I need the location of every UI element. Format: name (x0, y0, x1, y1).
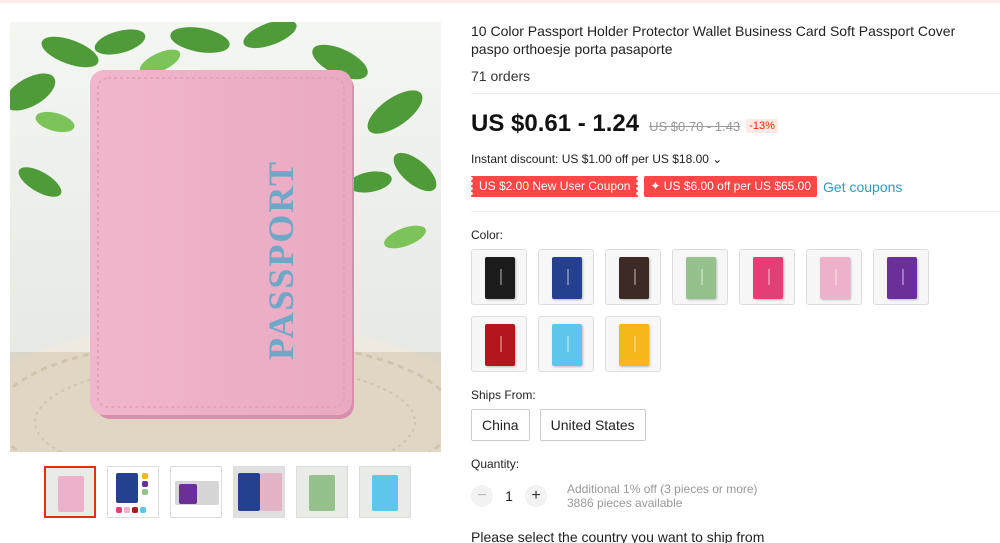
color-swatches (471, 249, 941, 372)
shipping-message: Please select the country you want to sh… (471, 529, 765, 543)
swatch-image (619, 257, 649, 299)
swatch-image (887, 257, 917, 299)
price-row: US $0.61 - 1.24 US $0.70 - 1.43 -13% (471, 110, 778, 138)
swatch-image (820, 257, 850, 299)
main-product-image[interactable]: PASSPORT (10, 22, 441, 452)
quantity-label: Quantity: (471, 457, 520, 471)
color-swatch-sky-blue[interactable] (538, 316, 594, 372)
coupon-row: US $2.00 New User Coupon ✦ US $6.00 off … (471, 176, 902, 197)
current-price: US $0.61 - 1.24 (471, 110, 640, 137)
quantity-minus-button[interactable]: − (471, 485, 493, 507)
thumbnail-multi-color[interactable] (107, 466, 159, 518)
color-swatch-red[interactable] (471, 316, 527, 372)
discount-badge: -13% (746, 119, 778, 133)
color-swatch-purple[interactable] (873, 249, 929, 305)
swatch-image (485, 324, 515, 366)
swatch-image (552, 257, 582, 299)
swatch-image (485, 257, 515, 299)
color-swatch-black[interactable] (471, 249, 527, 305)
bulk-discount-note: Additional 1% off (3 pieces or more) (567, 482, 758, 496)
ship-option-china[interactable]: China (471, 409, 530, 441)
thumbnail-sky-blue[interactable] (359, 466, 411, 518)
color-swatch-yellow[interactable] (605, 316, 661, 372)
top-accent-line (0, 0, 1000, 3)
quantity-stepper: − 1 + Additional 1% off (3 pieces or mor… (471, 482, 758, 510)
new-user-coupon[interactable]: US $2.00 New User Coupon (471, 176, 639, 197)
thumbnail-green[interactable] (296, 466, 348, 518)
get-coupons-link[interactable]: Get coupons (823, 179, 902, 195)
instant-discount[interactable]: Instant discount: US $1.00 off per US $1… (471, 152, 722, 166)
color-swatch-navy[interactable] (538, 249, 594, 305)
swatch-image (552, 324, 582, 366)
color-swatch-rose[interactable] (739, 249, 795, 305)
ship-option-united-states[interactable]: United States (539, 409, 646, 441)
thumbnail-pink[interactable] (44, 466, 96, 518)
swatch-image (686, 257, 716, 299)
ships-from-options: China United States (471, 409, 646, 441)
store-coupon[interactable]: ✦ US $6.00 off per US $65.00 (644, 176, 818, 197)
image-passport-text: PASSPORT (261, 160, 301, 360)
stock-available: 3886 pieces available (567, 496, 683, 510)
thumbnail-navy[interactable] (233, 466, 285, 518)
divider (471, 211, 1000, 212)
quantity-value[interactable]: 1 (493, 488, 525, 504)
quantity-note: Additional 1% off (3 pieces or more) 388… (567, 482, 758, 510)
color-swatch-green[interactable] (672, 249, 728, 305)
swatch-image (619, 324, 649, 366)
original-price: US $0.70 - 1.43 (649, 119, 741, 134)
divider (471, 93, 1000, 94)
thumbnail-purple[interactable] (170, 466, 222, 518)
order-count: 71 orders (471, 68, 531, 84)
quantity-plus-button[interactable]: + (525, 485, 547, 507)
color-swatch-pink[interactable] (806, 249, 862, 305)
product-title: 10 Color Passport Holder Protector Walle… (471, 23, 956, 57)
color-label: Color: (471, 228, 504, 242)
thumbnail-strip (44, 466, 411, 518)
product-info: 10 Color Passport Holder Protector Walle… (471, 22, 1000, 84)
color-swatch-brown[interactable] (605, 249, 661, 305)
swatch-image (753, 257, 783, 299)
ships-from-label: Ships From: (471, 388, 536, 402)
product-illustration: PASSPORT (10, 22, 441, 452)
